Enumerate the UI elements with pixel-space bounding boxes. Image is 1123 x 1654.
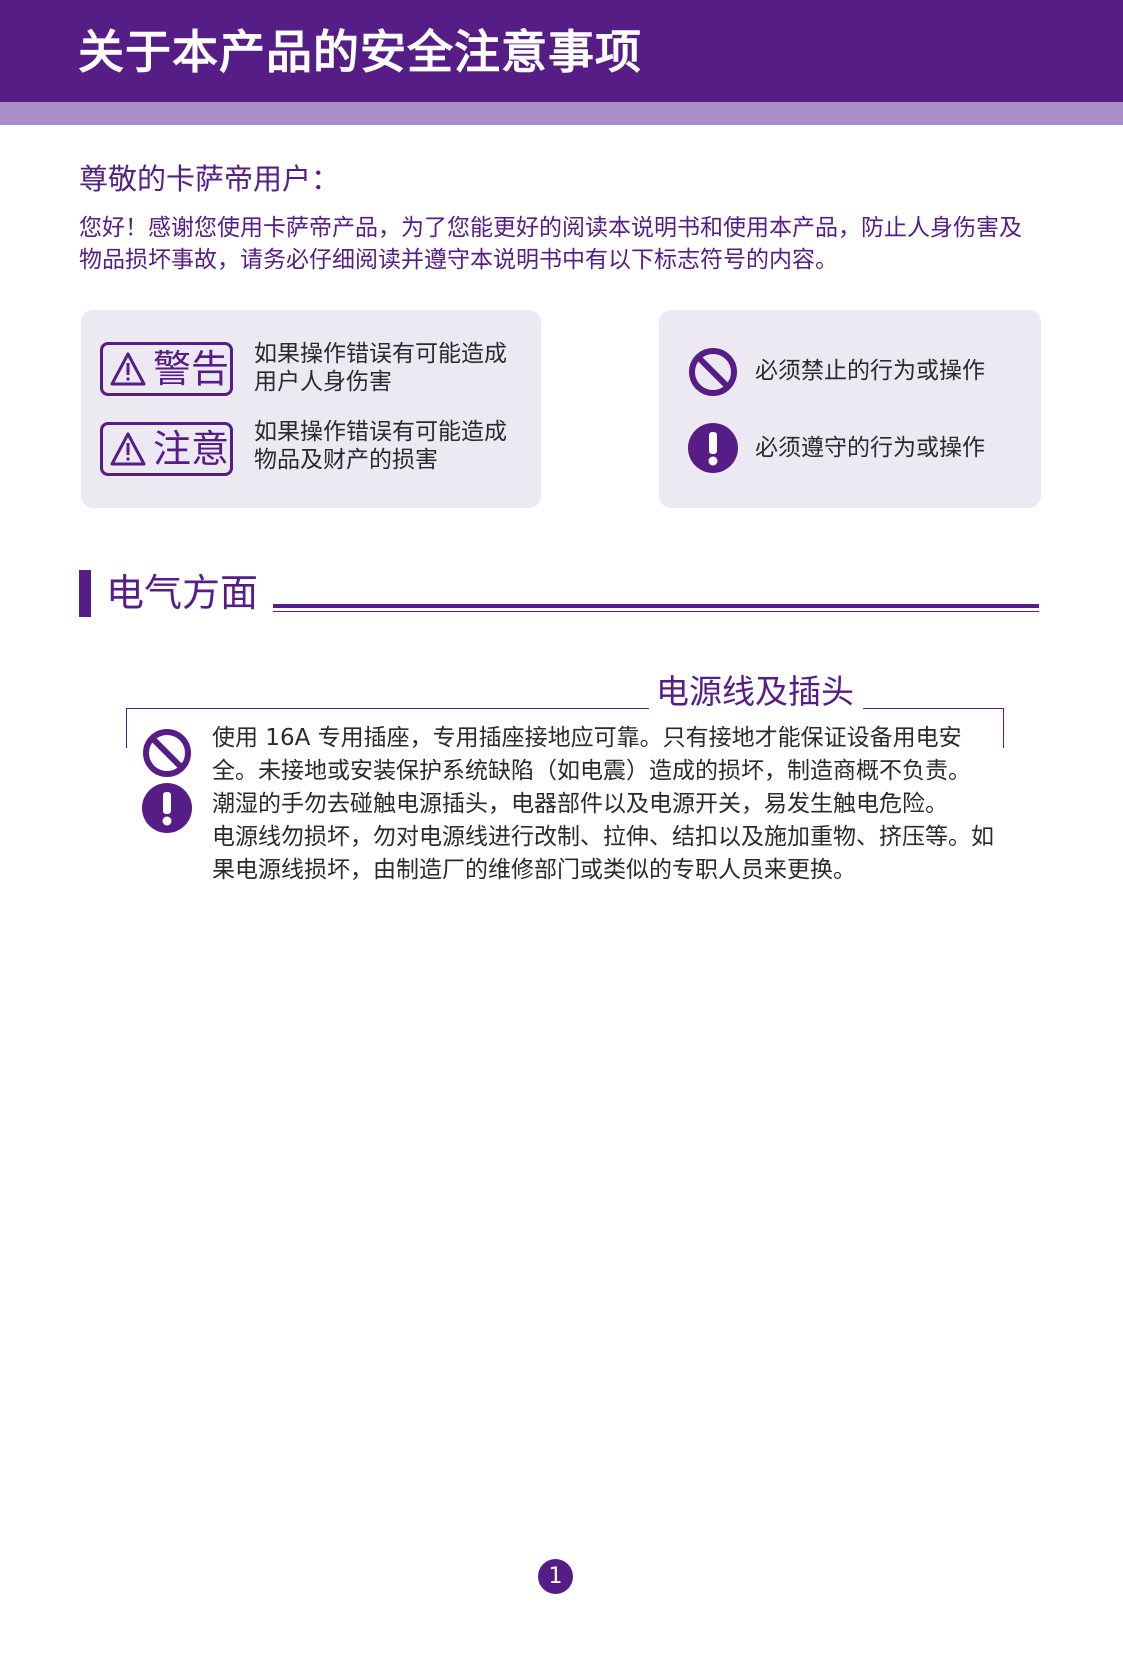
warning-badge-label: 警告 [153, 347, 230, 391]
header-stripe [0, 102, 1123, 125]
mandatory-icon [142, 783, 192, 833]
subsection-title: 电源线及插头 [656, 672, 854, 711]
prohibit-icon [689, 348, 737, 396]
body-paragraph: 潮湿的手勿去碰触电源插头，电器部件以及电源开关，易发生触电危险。 [212, 791, 948, 817]
section-rule [273, 604, 1039, 608]
section-marker [79, 570, 91, 617]
caution-triangle-icon [110, 432, 146, 466]
greeting: 尊敬的卡萨帝用户： [79, 162, 341, 196]
page-title: 关于本产品的安全注意事项 [78, 25, 642, 79]
section-body: 使用 16A 专用插座，专用插座接地应可靠。只有接地才能保证设备用电安全。未接地… [212, 722, 1002, 887]
caution-description: 如果操作错误有可能造成物品及财产的损害 [254, 419, 507, 473]
prohibit-label: 必须禁止的行为或操作 [755, 358, 985, 384]
caution-badge: 注意 [100, 422, 233, 476]
intro-paragraph: 您好！感谢您使用卡萨帝产品，为了您能更好的阅读本说明书和使用本产品，防止人身伤害… [79, 215, 1022, 273]
warning-badge: 警告 [100, 342, 233, 396]
warning-triangle-icon [110, 352, 146, 386]
prohibit-icon [143, 729, 191, 777]
caution-badge-label: 注意 [153, 427, 230, 471]
warning-legend-panel: 警告 如果操作错误有可能造成用户人身伤害 注意 如果操作错误有可能造成物品及财产… [81, 310, 541, 508]
mandatory-icon [688, 423, 738, 473]
body-paragraph: 电源线勿损坏，勿对电源线进行改制、拉伸、结扣以及施加重物、挤压等。如果电源线损坏… [212, 824, 994, 883]
page-number: 1 [538, 1559, 573, 1594]
body-paragraph: 使用 16A 专用插座，专用插座接地应可靠。只有接地才能保证设备用电安全。未接地… [212, 725, 971, 784]
symbol-legend-panel: 必须禁止的行为或操作 必须遵守的行为或操作 [659, 310, 1041, 508]
section-rule-thin [273, 611, 1039, 612]
mandatory-label: 必须遵守的行为或操作 [755, 435, 985, 461]
section-title: 电气方面 [106, 571, 259, 615]
warning-description: 如果操作错误有可能造成用户人身伤害 [254, 341, 507, 395]
